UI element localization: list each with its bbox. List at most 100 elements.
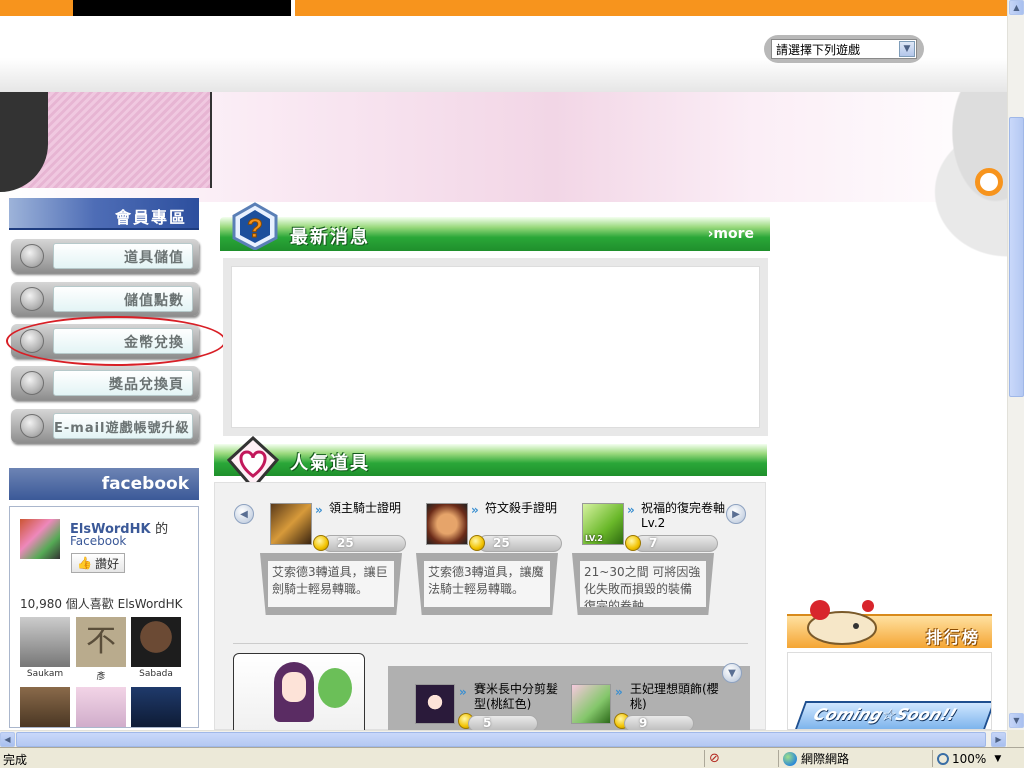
item-name[interactable]: 符文殺手證明 bbox=[485, 501, 577, 516]
arrow-up-icon[interactable]: ▲ bbox=[1009, 0, 1024, 15]
globe-icon bbox=[783, 751, 797, 766]
coin-icon bbox=[469, 535, 485, 551]
horizontal-scroll-thumb[interactable] bbox=[16, 732, 986, 747]
button-knob-icon bbox=[20, 414, 44, 438]
item-price: 25 bbox=[478, 535, 562, 552]
horizontal-scrollbar[interactable]: ◀ ▶ bbox=[0, 730, 1007, 747]
item-description: 艾索德3轉道具，讓魔法騎士輕易轉職。 bbox=[424, 561, 550, 607]
popular-items-title: 人氣道具 bbox=[290, 453, 370, 474]
news-more-link[interactable]: ›more bbox=[708, 226, 754, 242]
thumbs-up-icon: 👍 bbox=[77, 556, 92, 570]
menu-item-label: 儲值點數 bbox=[53, 286, 193, 312]
item-thumbnail[interactable] bbox=[270, 503, 312, 545]
question-mark-icon: ? bbox=[232, 202, 278, 250]
top-banner-dark-segment bbox=[73, 0, 291, 16]
ranking-body: Coming☆Soon!! bbox=[787, 652, 992, 730]
item-description-panel: 21~30之間 可將因強化失敗而損毀的裝備復完的卷軸 bbox=[572, 553, 714, 615]
item-thumbnail[interactable] bbox=[571, 684, 611, 724]
svg-text:?: ? bbox=[247, 213, 263, 243]
item-price: 25 bbox=[322, 535, 406, 552]
item-name[interactable]: 祝福的復完卷軸 Lv.2 bbox=[641, 501, 733, 531]
item-name[interactable]: 領主騎士證明 bbox=[329, 501, 421, 516]
privacy-icon[interactable]: ⊘ bbox=[709, 751, 720, 766]
item-description: 艾索德3轉道具，讓巨劍騎士輕易轉職。 bbox=[268, 561, 394, 607]
page-avatar[interactable] bbox=[20, 519, 60, 559]
right-character-art bbox=[895, 92, 1007, 292]
zoom-icon bbox=[937, 752, 949, 765]
featured-character-card[interactable] bbox=[233, 653, 365, 733]
button-knob-icon bbox=[20, 371, 44, 395]
double-chevron-icon: » bbox=[471, 503, 479, 517]
highlight-circle-annotation bbox=[6, 316, 226, 366]
facebook-page-name-suffix: 的 bbox=[155, 522, 169, 537]
item-price: 7 bbox=[634, 535, 718, 552]
facebook-like-box: ElsWordHK 的 Facebook 👍 讚好 10,980 個人喜歡 El… bbox=[9, 506, 199, 728]
menu-item-top-up-points[interactable]: 儲值點數 bbox=[11, 282, 199, 316]
carousel-prev-arrow-icon[interactable]: ◀ bbox=[234, 504, 254, 524]
item-description-panel: 艾索德3轉道具，讓巨劍騎士輕易轉職。 bbox=[260, 553, 402, 615]
game-select-value: 請選擇下列遊戲 bbox=[776, 42, 861, 57]
item-name[interactable]: 賽米長中分剪髮型(桃紅色) bbox=[474, 682, 564, 712]
fan-name[interactable]: 彥 bbox=[76, 669, 126, 682]
item-thumbnail[interactable] bbox=[426, 503, 468, 545]
divider bbox=[233, 643, 748, 644]
news-section-header: 最新消息 ›more bbox=[220, 217, 770, 251]
zoom-level: 100% bbox=[952, 751, 987, 766]
item-description-panel: 艾索德3轉道具，讓魔法騎士輕易轉職。 bbox=[416, 553, 558, 615]
button-knob-icon bbox=[20, 287, 44, 311]
browser-page: 請選擇下列遊戲 ▼ 會員專區 道具儲值 儲值點數 金幣兌換 獎品兌換頁 E-ma… bbox=[0, 0, 1024, 768]
facebook-title: facebook bbox=[9, 468, 199, 500]
menu-item-label: 道具儲值 bbox=[53, 243, 193, 269]
menu-item-label: E-mail遊戲帳號升級 bbox=[53, 413, 193, 439]
fan-avatar[interactable] bbox=[131, 617, 181, 667]
menu-item-prize-exchange[interactable]: 獎品兌換頁 bbox=[11, 366, 199, 400]
zoom-control[interactable]: 100% ▼ bbox=[932, 750, 1024, 767]
chevron-down-icon[interactable]: ▼ bbox=[994, 754, 1001, 764]
arrow-down-icon[interactable]: ▼ bbox=[1009, 713, 1024, 728]
news-list bbox=[231, 266, 760, 428]
status-text: 完成 bbox=[3, 753, 28, 767]
ranking-title: 排行榜 bbox=[925, 628, 980, 647]
status-bar: 完成 ⊘ 網際網路 100% ▼ bbox=[0, 747, 1024, 768]
double-chevron-icon: » bbox=[315, 503, 323, 517]
fan-avatar[interactable] bbox=[131, 687, 181, 727]
vertical-scrollbar[interactable]: ▲ ▼ bbox=[1007, 0, 1024, 730]
menu-item-email-account-upgrade[interactable]: E-mail遊戲帳號升級 bbox=[11, 409, 199, 443]
button-knob-icon bbox=[20, 244, 44, 268]
fan-name[interactable]: Sabada bbox=[131, 669, 181, 679]
zone-label: 網際網路 bbox=[801, 752, 850, 766]
fan-avatar[interactable] bbox=[76, 687, 126, 727]
fan-avatar[interactable]: 不 bbox=[76, 617, 126, 667]
site-header: 請選擇下列遊戲 ▼ bbox=[0, 16, 1007, 92]
arrow-right-icon[interactable]: ▶ bbox=[991, 732, 1006, 747]
item-thumbnail[interactable]: LV.2 bbox=[582, 503, 624, 545]
carousel-down-arrow-icon[interactable]: ▼ bbox=[722, 663, 742, 683]
item-name[interactable]: 王妃理想頭飾(櫻桃) bbox=[630, 682, 720, 712]
news-content-box bbox=[223, 258, 768, 436]
member-area-title: 會員專區 bbox=[9, 198, 199, 230]
item-thumbnail[interactable] bbox=[415, 684, 455, 724]
top-banner-bar bbox=[0, 0, 1007, 16]
arrow-left-icon[interactable]: ◀ bbox=[0, 732, 15, 747]
fan-name[interactable]: Saukam bbox=[20, 669, 70, 679]
facebook-like-button[interactable]: 👍 讚好 bbox=[71, 553, 125, 573]
security-zone: 網際網路 bbox=[778, 750, 928, 767]
facebook-like-count: 10,980 個人喜歡 ElsWordHK bbox=[20, 597, 183, 611]
coin-icon bbox=[625, 535, 641, 551]
game-select-dropdown[interactable]: 請選擇下列遊戲 ▼ bbox=[764, 35, 924, 63]
coming-soon-banner: Coming☆Soon!! bbox=[790, 701, 991, 729]
double-chevron-icon: » bbox=[615, 685, 623, 699]
item-description: 21~30之間 可將因強化失敗而損毀的裝備復完的卷軸 bbox=[580, 561, 706, 607]
news-title: 最新消息 bbox=[290, 227, 370, 248]
like-label: 讚好 bbox=[94, 556, 119, 571]
menu-item-label: 獎品兌換頁 bbox=[53, 370, 193, 396]
fan-avatar[interactable] bbox=[20, 687, 70, 727]
chevron-down-icon[interactable]: ▼ bbox=[899, 41, 915, 57]
double-chevron-icon: » bbox=[459, 685, 467, 699]
facebook-page-sub[interactable]: Facebook bbox=[70, 534, 126, 548]
popular-items-header: 人氣道具 bbox=[214, 444, 767, 476]
item-level-badge: LV.2 bbox=[585, 534, 603, 543]
vertical-scroll-thumb[interactable] bbox=[1009, 117, 1024, 397]
fan-avatar[interactable] bbox=[20, 617, 70, 667]
menu-item-top-up-items[interactable]: 道具儲值 bbox=[11, 239, 199, 273]
